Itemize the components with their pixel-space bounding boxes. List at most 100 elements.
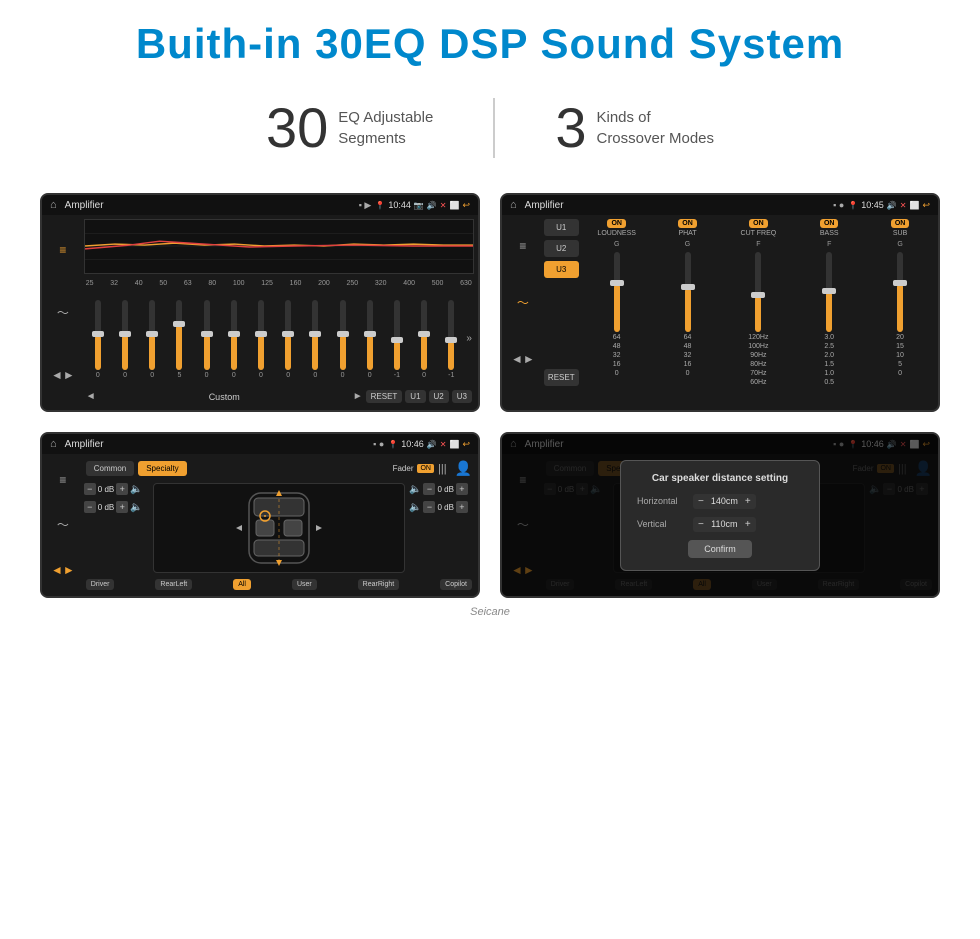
vol-icon-1[interactable]: ◄► [48,365,78,385]
db-plus-fl[interactable]: + [116,483,128,495]
driver-btn[interactable]: Driver [86,579,115,590]
slider-col-13: -1 [439,300,463,379]
slider-5[interactable] [231,300,237,370]
freq-500: 500 [432,280,444,287]
db-minus-rr[interactable]: − [423,501,435,513]
wave-icon-2[interactable]: 〜 [514,291,532,314]
speaker-bottom-btns: Driver RearLeft All User RearRight Copil… [84,577,474,592]
sub-toggle[interactable]: ON [891,219,910,228]
db-plus-rr[interactable]: + [456,501,468,513]
stat1-label: EQ AdjustableSegments [338,107,433,149]
reset-btn-1[interactable]: RESET [366,390,403,403]
crossover-channels: ON LOUDNESS G 644832160 [583,219,934,386]
db-plus-fr[interactable]: + [456,483,468,495]
slider-3[interactable] [176,300,182,370]
home-icon-2[interactable]: ⌂ [510,199,517,211]
eq-icon-1[interactable]: ≡ [56,240,69,260]
window-icon-1: ⬜ [449,201,459,210]
back-icon-2[interactable]: ↩ [922,200,930,211]
person-icon-3: 👤 [455,460,472,477]
phat-toggle[interactable]: ON [678,219,697,228]
slider-col-10: 0 [358,300,382,379]
channel-sub: ON SUB G 20151050 [866,219,934,386]
preset-u3[interactable]: U3 [544,261,579,278]
home-icon-1[interactable]: ⌂ [50,199,57,211]
db-val-fl: 0 dB [98,485,114,494]
slider-9[interactable] [340,300,346,370]
u2-btn-1[interactable]: U2 [429,390,449,403]
u1-btn-1[interactable]: U1 [405,390,425,403]
slider-11[interactable] [394,300,400,370]
confirm-button[interactable]: Confirm [688,540,752,558]
cutfreq-slider[interactable] [724,252,792,332]
slider-8[interactable] [312,300,318,370]
next-icon[interactable]: ► [353,391,363,402]
speaker-icon-3: 🔊 [427,440,437,449]
back-icon-1[interactable]: ↩ [462,200,470,211]
db-plus-rl[interactable]: + [116,501,128,513]
all-btn[interactable]: All [233,579,251,590]
stat2-label: Kinds ofCrossover Modes [596,107,714,149]
x-icon-1[interactable]: ✕ [440,201,447,210]
scroll-right-icon[interactable]: » [466,333,472,344]
horizontal-plus[interactable]: + [745,496,751,507]
sub-slider[interactable] [866,252,934,332]
slider-7[interactable] [285,300,291,370]
cutfreq-toggle[interactable]: ON [749,219,768,228]
x-icon-3[interactable]: ✕ [440,440,447,449]
db-minus-rl[interactable]: − [84,501,96,513]
vol-icon-3[interactable]: ◄► [48,560,78,580]
slider-col-1: 0 [113,300,137,379]
db-control-fl: − 0 dB + 🔈 [84,483,149,495]
vertical-minus[interactable]: − [698,519,704,530]
db-minus-fl[interactable]: − [84,483,96,495]
preset-u1[interactable]: U1 [544,219,579,236]
vol-icon-2[interactable]: ◄► [508,349,538,369]
wave-icon-1[interactable]: 〜 [54,301,72,324]
screen-crossover: ⌂ Amplifier ▪ ● 📍 10:45 🔊 ✕ ⬜ ↩ ≡ 〜 ◄► [500,193,940,412]
wave-icon-3[interactable]: 〜 [54,513,72,536]
slider-2[interactable] [149,300,155,370]
eq-icon-3[interactable]: ≡ [56,470,69,490]
fader-slider-3[interactable]: ||| [438,463,447,475]
specialty-btn-3[interactable]: Specialty [138,461,186,476]
freq-63: 63 [184,280,192,287]
u3-btn-1[interactable]: U3 [452,390,472,403]
channel-phat: ON PHAT G 644832160 [654,219,722,386]
vertical-plus[interactable]: + [745,519,751,530]
screen-distance: ⌂ Amplifier ▪ ● 📍 10:46 🔊 ✕ ⬜ ↩ ≡ 〜 ◄► [500,432,940,598]
bass-slider[interactable] [795,252,863,332]
slider-1[interactable] [122,300,128,370]
db-control-rr: 🔈 − 0 dB + [409,501,474,513]
eq-icon-2[interactable]: ≡ [516,236,529,256]
rec-icon-3: ▪ ● [373,439,384,449]
user-btn[interactable]: User [292,579,317,590]
back-icon-3[interactable]: ↩ [462,439,470,450]
phat-slider[interactable] [654,252,722,332]
slider-4[interactable] [204,300,210,370]
prev-icon[interactable]: ◄ [86,391,96,402]
bass-toggle[interactable]: ON [820,219,839,228]
play-icon-1[interactable]: ▪ ▶ [359,200,372,211]
rearright-btn[interactable]: RearRight [358,579,400,590]
status-time-2: 10:45 [861,200,884,210]
preset-u2[interactable]: U2 [544,240,579,257]
slider-0[interactable] [95,300,101,370]
loudness-label: LOUDNESS [597,230,636,237]
db-minus-fr[interactable]: − [423,483,435,495]
slider-10[interactable] [367,300,373,370]
slider-6[interactable] [258,300,264,370]
horizontal-minus[interactable]: − [698,496,704,507]
dialog-overlay: Car speaker distance setting Horizontal … [502,434,938,596]
copilot-btn[interactable]: Copilot [440,579,472,590]
home-icon-3[interactable]: ⌂ [50,438,57,450]
common-btn-3[interactable]: Common [86,461,134,476]
loudness-toggle[interactable]: ON [607,219,626,228]
reset-btn-2[interactable]: RESET [544,369,579,386]
eq-bottom-bar: ◄ Custom ► RESET U1 U2 U3 [84,387,474,406]
slider-12[interactable] [421,300,427,370]
x-icon-2[interactable]: ✕ [900,201,907,210]
slider-13[interactable] [448,300,454,370]
loudness-slider[interactable] [583,252,651,332]
rearleft-btn[interactable]: RearLeft [155,579,192,590]
